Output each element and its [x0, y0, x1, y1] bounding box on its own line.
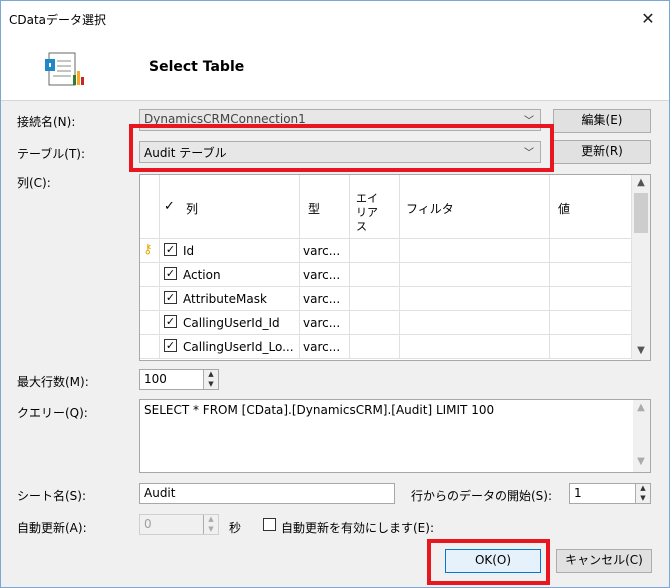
column-checkbox[interactable]: ✓: [164, 243, 177, 256]
value-cell[interactable]: [550, 239, 632, 263]
column-row[interactable]: ✓ Id: [160, 239, 300, 263]
row-gutter: [140, 287, 160, 311]
header-column-label: 列: [186, 202, 199, 216]
column-type: varc...: [300, 239, 350, 263]
dialog-header: Select Table: [1, 37, 669, 101]
scroll-thumb[interactable]: [634, 193, 648, 233]
filter-cell[interactable]: [400, 263, 550, 287]
sheet-name-value: Audit: [144, 486, 176, 500]
alias-cell[interactable]: [350, 239, 400, 263]
start-row-value: 1: [574, 486, 582, 500]
start-row-label: 行からのデータの開始(S):: [411, 489, 553, 503]
document-table-icon: [45, 52, 84, 86]
column-type: varc...: [300, 263, 350, 287]
row-gutter: [140, 335, 160, 359]
query-label: クエリー(Q):: [17, 406, 88, 420]
header-filter[interactable]: フィルタ: [400, 175, 550, 239]
cdata-select-dialog: CDataデータ選択 ✕ Select Table 接続名(N): Dynami…: [0, 0, 670, 588]
value-cell[interactable]: [550, 335, 632, 359]
auto-refresh-spin[interactable]: ▲ ▼: [203, 515, 218, 534]
connection-label: 接続名(N):: [17, 115, 76, 129]
column-name: Id: [183, 244, 195, 258]
sheet-name-input[interactable]: Audit: [139, 483, 395, 504]
start-row-spin[interactable]: ▲ ▼: [635, 484, 650, 503]
table-highlight-box: [129, 124, 554, 172]
column-name: Action: [183, 268, 221, 282]
scroll-down-icon[interactable]: ▼: [633, 456, 649, 467]
max-rows-label: 最大行数(M):: [17, 375, 89, 389]
auto-refresh-stepper[interactable]: 0 ▲ ▼: [139, 514, 219, 535]
header-column[interactable]: ✓ 列: [160, 175, 300, 239]
sheet-label: シート名(S):: [17, 489, 87, 503]
column-row[interactable]: ✓ CallingUserId_Id: [160, 311, 300, 335]
max-rows-spin[interactable]: ▲ ▼: [203, 370, 218, 389]
seconds-unit: 秒: [229, 521, 242, 535]
column-type: varc...: [300, 335, 350, 359]
filter-cell[interactable]: [400, 239, 550, 263]
alias-cell[interactable]: [350, 263, 400, 287]
scroll-up-icon[interactable]: ▲: [633, 177, 649, 188]
title-bar: CDataデータ選択 ✕: [1, 1, 669, 37]
auto-refresh-label: 自動更新(A):: [17, 521, 87, 535]
column-type: varc...: [300, 311, 350, 335]
header-filter-label: フィルタ: [406, 202, 454, 216]
value-cell[interactable]: [550, 287, 632, 311]
header-alias-label: エイリアス: [356, 192, 378, 233]
edit-button[interactable]: 編集(E): [553, 109, 651, 133]
column-row[interactable]: ✓ CallingUserId_Lo...: [160, 335, 300, 359]
row-gutter: ⚷: [140, 239, 160, 263]
table-label: テーブル(T):: [17, 147, 86, 161]
row-gutter: [140, 311, 160, 335]
header-type-label: 型: [308, 202, 321, 216]
filter-cell[interactable]: [400, 287, 550, 311]
select-all-check[interactable]: ✓: [164, 199, 175, 214]
alias-cell[interactable]: [350, 335, 400, 359]
value-cell[interactable]: [550, 311, 632, 335]
column-type: varc...: [300, 287, 350, 311]
column-checkbox[interactable]: ✓: [164, 267, 177, 280]
column-row[interactable]: ✓ Action: [160, 263, 300, 287]
header-value-label: 値: [558, 202, 571, 216]
query-textarea[interactable]: SELECT * FROM [CData].[DynamicsCRM].[Aud…: [139, 399, 651, 473]
row-gutter: [140, 263, 160, 287]
filter-cell[interactable]: [400, 335, 550, 359]
column-checkbox[interactable]: ✓: [164, 339, 177, 352]
alias-cell[interactable]: [350, 311, 400, 335]
refresh-button[interactable]: 更新(R): [553, 140, 651, 164]
column-checkbox[interactable]: ✓: [164, 315, 177, 328]
grid-scrollbar[interactable]: ▲ ▼: [632, 175, 650, 360]
header-value[interactable]: 値: [550, 175, 632, 239]
ok-highlight-box: [427, 539, 550, 585]
column-name: CallingUserId_Lo...: [183, 340, 294, 354]
alias-cell[interactable]: [350, 287, 400, 311]
auto-refresh-value: 0: [144, 517, 152, 531]
window-title: CDataデータ選択: [9, 13, 107, 27]
close-icon[interactable]: ✕: [635, 6, 661, 32]
query-text: SELECT * FROM [CData].[DynamicsCRM].[Aud…: [144, 403, 495, 417]
cancel-button[interactable]: キャンセル(C): [556, 549, 652, 573]
value-cell[interactable]: [550, 263, 632, 287]
header-alias[interactable]: エイリアス: [350, 175, 400, 239]
start-row-stepper[interactable]: 1 ▲ ▼: [569, 483, 651, 504]
column-row[interactable]: ✓ AttributeMask: [160, 287, 300, 311]
query-scrollbar[interactable]: ▲ ▼: [633, 400, 650, 472]
scroll-up-icon[interactable]: ▲: [633, 402, 649, 413]
page-title: Select Table: [149, 59, 245, 75]
columns-label: 列(C):: [17, 176, 51, 190]
columns-grid[interactable]: ✓ 列 型 エイリアス フィルタ 値 ⚷ ✓ Id varc... ✓ Action var…: [139, 174, 651, 361]
key-icon: ⚷: [143, 242, 153, 257]
column-name: CallingUserId_Id: [183, 316, 280, 330]
column-name: AttributeMask: [183, 292, 267, 306]
scroll-down-icon[interactable]: ▼: [633, 345, 649, 356]
column-checkbox[interactable]: ✓: [164, 291, 177, 304]
auto-refresh-checkbox[interactable]: [263, 518, 276, 531]
auto-refresh-enable-label: 自動更新を有効にします(E):: [281, 521, 434, 535]
filter-cell[interactable]: [400, 311, 550, 335]
header-type[interactable]: 型: [300, 175, 350, 239]
max-rows-stepper[interactable]: 100 ▲ ▼: [139, 369, 219, 390]
max-rows-value: 100: [144, 372, 167, 386]
